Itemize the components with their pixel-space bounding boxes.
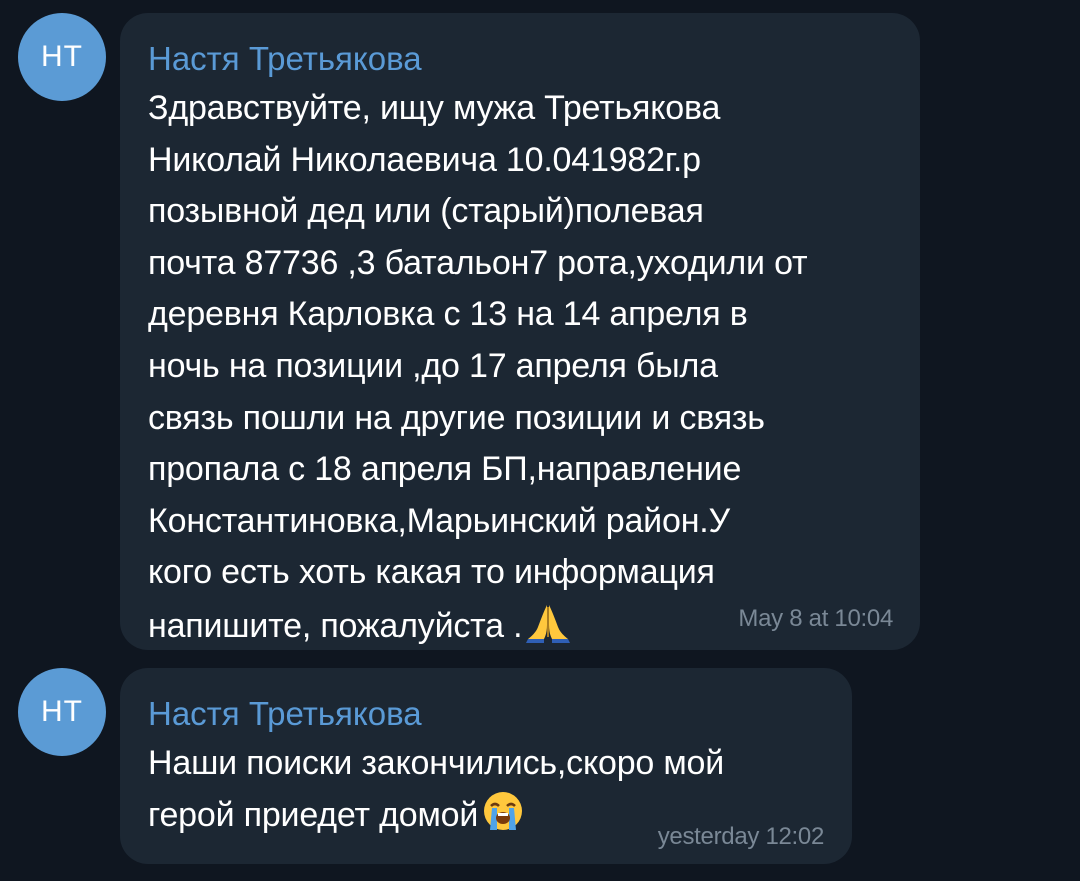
message-2[interactable]: НТ Настя Третьякова Наши поиски закончил… <box>0 668 1080 881</box>
avatar[interactable]: НТ <box>18 13 106 101</box>
loudly-crying-face-icon <box>480 790 526 848</box>
message-text-content: Здравствуйте, ищу мужа Третьякова Никола… <box>148 89 808 645</box>
folded-hands-icon <box>524 599 572 659</box>
message-timestamp: yesterday 12:02 <box>657 823 825 850</box>
message-text: Здравствуйте, ищу мужа Третьякова Никола… <box>148 83 892 659</box>
avatar[interactable]: НТ <box>18 668 106 756</box>
message-bubble[interactable]: Настя Третьякова Здравствуйте, ищу мужа … <box>120 13 920 650</box>
message-text-content: Наши поиски закончились,скоро мой герой … <box>148 744 725 834</box>
message-1[interactable]: НТ Настя Третьякова Здравствуйте, ищу му… <box>0 0 1080 655</box>
sender-name[interactable]: Настя Третьякова <box>148 694 824 734</box>
message-timestamp: May 8 at 10:04 <box>738 605 893 632</box>
message-bubble[interactable]: Настя Третьякова Наши поиски закончились… <box>120 668 852 864</box>
sender-name[interactable]: Настя Третьякова <box>148 39 892 79</box>
